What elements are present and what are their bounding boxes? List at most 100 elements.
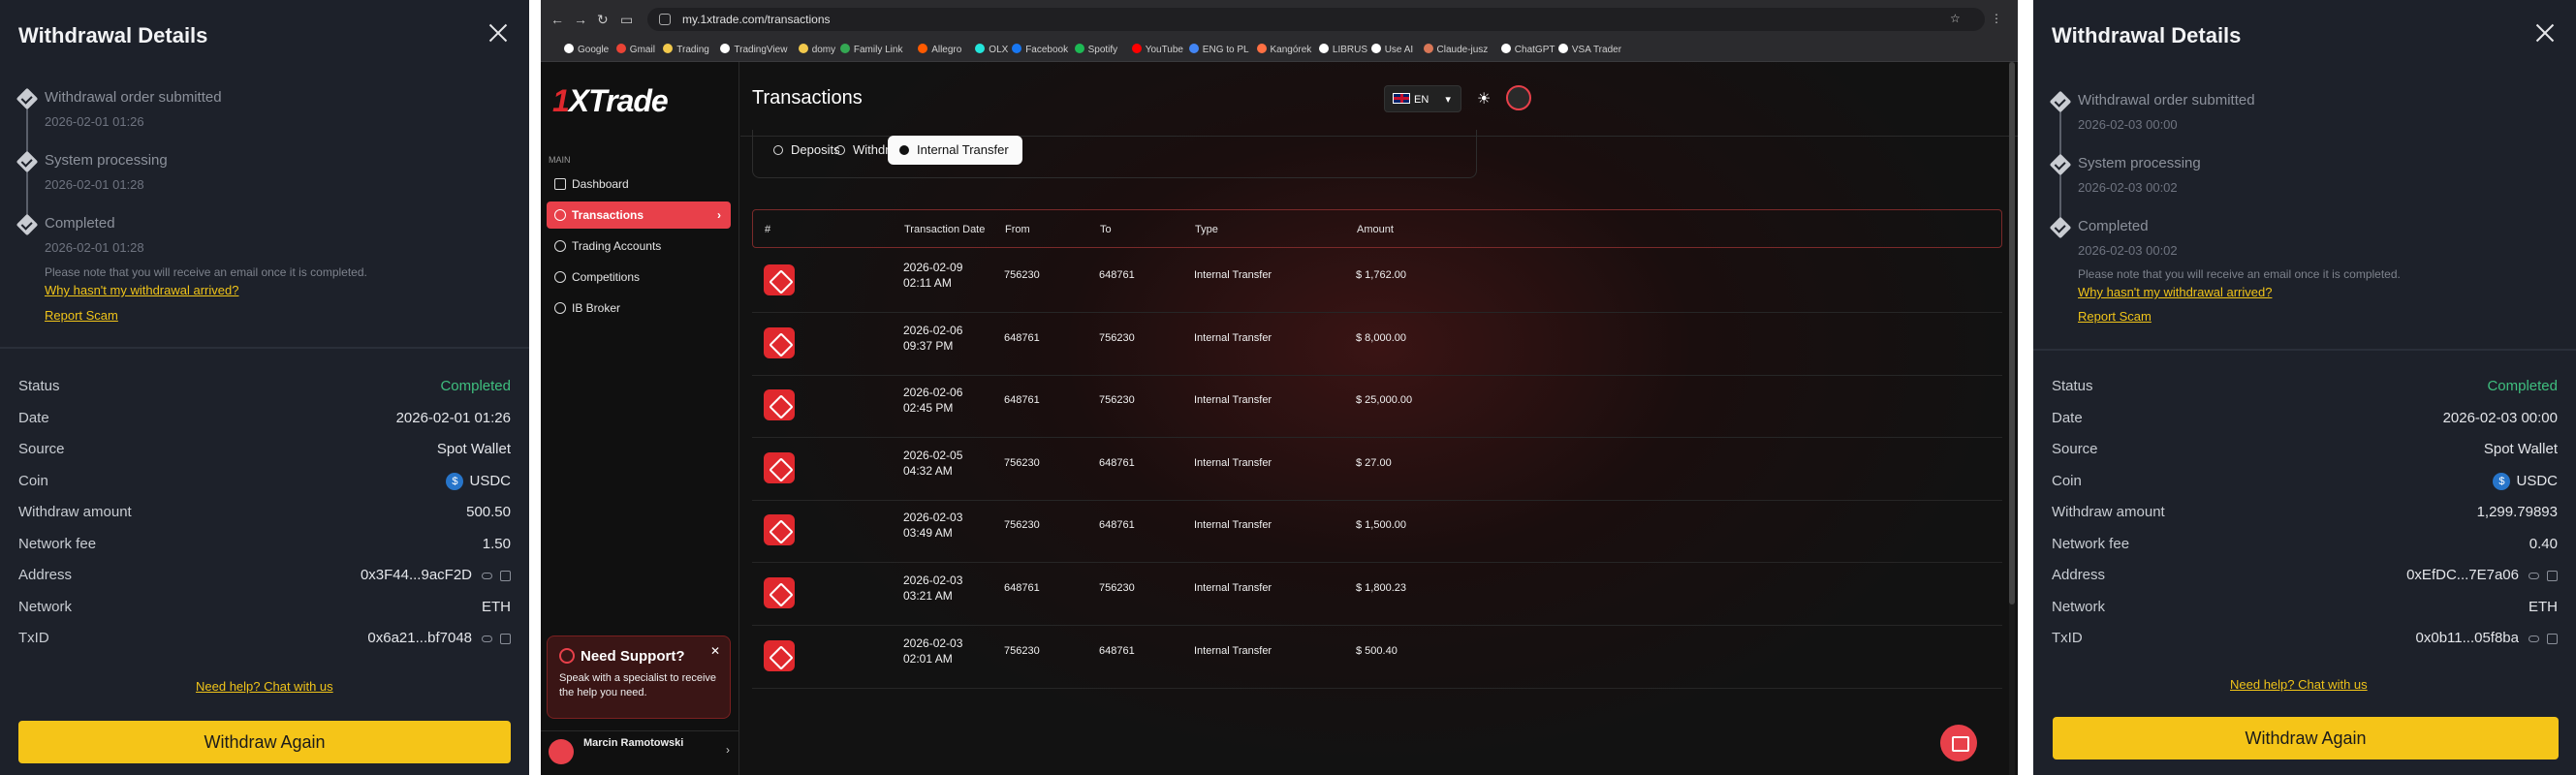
bookmark-item[interactable]: ChatGPT	[1500, 44, 1555, 55]
bookmark-item[interactable]: Trading	[663, 44, 709, 55]
email-note: Please note that you will receive an ema…	[2078, 267, 2401, 281]
accounts-icon	[554, 240, 566, 252]
details-list: Status Completed Date 2026-02-03 00:00 Sou…	[2052, 378, 2558, 662]
bookmark-item[interactable]: OLX	[975, 44, 1008, 55]
details-list: Status Completed Date 2026-02-01 01:26 Sou…	[18, 378, 511, 662]
bookmark-item[interactable]: Spotify	[1074, 44, 1117, 55]
sidebar-item-ib-broker[interactable]: IB Broker	[547, 294, 731, 322]
copy-icon[interactable]	[2547, 570, 2558, 581]
bookmark-item[interactable]: Gmail	[615, 44, 655, 55]
table-row[interactable]: 2026-02-09 02:11 AM 756230 648761 Internal T…	[752, 251, 2002, 313]
cell-date: 2026-02-06	[903, 323, 963, 337]
step-name: Completed	[2078, 218, 2149, 234]
tab-search-icon[interactable]: ▭	[620, 12, 633, 28]
withdrawal-details-panel-left: Withdrawal Details Withdrawal order subm…	[0, 0, 529, 775]
copy-icon[interactable]	[500, 570, 511, 581]
competitions-icon	[554, 271, 566, 283]
cell-amount: $ 1,500.00	[1356, 519, 1406, 532]
reload-icon[interactable]: ↻	[597, 12, 609, 28]
report-scam-link[interactable]: Report Scam	[45, 308, 118, 323]
chevron-right-icon[interactable]: ›	[726, 743, 730, 757]
withdraw-again-button[interactable]: Withdraw Again	[18, 721, 511, 763]
timeline-step: System processing 2026-02-01 01:28	[16, 150, 502, 213]
divider	[0, 347, 529, 349]
chat-help-link[interactable]: Need help? Chat with us	[2230, 677, 2368, 692]
table-row[interactable]: 2026-02-03 03:21 AM 648761 756230 Internal T…	[752, 564, 2002, 626]
table-row[interactable]: 2026-02-05 04:32 AM 756230 648761 Internal T…	[752, 439, 2002, 501]
bookmark-item[interactable]: domy	[798, 44, 835, 55]
bookmark-item[interactable]: Google	[564, 44, 609, 55]
back-icon[interactable]: ←	[550, 12, 564, 27]
support-card[interactable]: Need Support? ✕ Speak with a specialist …	[547, 636, 731, 719]
detail-row-date: Date 2026-02-03 00:00	[2052, 409, 2558, 426]
address-bar[interactable]: my.1xtrade.com/transactions	[647, 8, 1985, 31]
language-select[interactable]: EN ▾	[1384, 85, 1461, 112]
detail-row-fee: Network fee 1.50	[18, 535, 511, 552]
bookmark-item[interactable]: VSA Trader	[1557, 44, 1621, 55]
close-icon[interactable]: ✕	[710, 644, 720, 658]
sidebar-item-competitions[interactable]: Competitions	[547, 264, 731, 291]
detail-row-coin: Coin $ USDC	[2052, 472, 2558, 490]
copy-icon[interactable]	[2547, 633, 2558, 644]
withdraw-again-button[interactable]: Withdraw Again	[2053, 717, 2559, 760]
why-not-arrived-link[interactable]: Why hasn't my withdrawal arrived?	[45, 283, 238, 297]
bookmark-icon	[1188, 44, 1199, 53]
bookmark-item[interactable]: Facebook	[1012, 44, 1068, 55]
bookmark-item[interactable]: LIBRUS	[1318, 44, 1367, 55]
status-timeline: Withdrawal order submitted 2026-02-01 01…	[16, 87, 502, 276]
link-icon[interactable]	[482, 635, 492, 642]
check-icon	[16, 87, 39, 110]
table-row[interactable]: 2026-02-03 03:49 AM 756230 648761 Internal T…	[752, 501, 2002, 564]
site-info-icon[interactable]	[659, 14, 671, 25]
logo[interactable]: 1XTrade	[552, 83, 669, 119]
table-row[interactable]: 2026-02-06 02:45 PM 648761 756230 Internal T…	[752, 376, 2002, 439]
cell-time: 02:45 PM	[903, 401, 954, 416]
table-header: # Transaction Date From To Type Amount	[752, 209, 2002, 248]
bookmark-item[interactable]: Family Link	[839, 44, 902, 55]
link-icon[interactable]	[482, 572, 492, 579]
report-scam-link[interactable]: Report Scam	[2078, 309, 2152, 324]
cell-type: Internal Transfer	[1194, 394, 1272, 407]
bookmark-item[interactable]: Kangórek	[1256, 44, 1311, 55]
close-icon[interactable]	[2533, 21, 2557, 45]
profile-avatar[interactable]	[1506, 85, 1531, 110]
bookmark-icon	[1012, 44, 1022, 53]
tab-internal-transfer[interactable]: Internal Transfer	[888, 136, 1022, 165]
forward-icon[interactable]: →	[574, 12, 587, 27]
menu-icon[interactable]: ⋮	[1991, 12, 2002, 25]
cell-from: 756230	[1004, 456, 1040, 469]
bookmark-item[interactable]: Allegro	[918, 44, 961, 55]
bookmark-item[interactable]: Use AI	[1370, 44, 1413, 55]
browser-toolbar: ← → ↻ ▭ my.1xtrade.com/transactions ☆ ⋮	[541, 0, 2018, 39]
bookmark-item[interactable]: YouTube	[1131, 44, 1183, 55]
table-row[interactable]: 2026-02-03 02:01 AM 756230 648761 Internal T…	[752, 627, 2002, 689]
url-text: my.1xtrade.com/transactions	[682, 13, 831, 26]
table-row[interactable]: 2026-02-06 09:37 PM 648761 756230 Internal T…	[752, 314, 2002, 376]
sidebar-item-dashboard[interactable]: Dashboard	[547, 170, 731, 198]
step-name: Withdrawal order submitted	[45, 89, 222, 106]
cell-date: 2026-02-06	[903, 386, 963, 400]
sidebar-item-transactions[interactable]: Transactions ›	[547, 202, 731, 229]
copy-icon[interactable]	[500, 633, 511, 644]
detail-row-address: Address 0x3F44...9acF2D	[18, 567, 511, 599]
scrollbar-thumb[interactable]	[2009, 62, 2015, 604]
sidebar-item-trading-accounts[interactable]: Trading Accounts	[547, 232, 731, 260]
cell-type: Internal Transfer	[1194, 582, 1272, 594]
star-icon[interactable]: ☆	[1950, 12, 1961, 25]
cell-date: 2026-02-05	[903, 448, 963, 462]
main-content: Transactions EN ▾ ☀ Deposits Withdraw In…	[740, 62, 2018, 775]
close-icon[interactable]	[487, 21, 510, 45]
bookmark-icon	[1256, 44, 1267, 53]
user-profile[interactable]: Marcin Ramotowski ›	[541, 730, 739, 775]
check-icon	[2049, 153, 2072, 176]
chat-help-link[interactable]: Need help? Chat with us	[196, 679, 333, 694]
link-icon[interactable]	[2529, 572, 2539, 579]
bookmark-item[interactable]: TradingView	[720, 44, 787, 55]
link-icon[interactable]	[2529, 635, 2539, 642]
why-not-arrived-link[interactable]: Why hasn't my withdrawal arrived?	[2078, 285, 2272, 299]
bookmark-item[interactable]: Claude-jusz	[1423, 44, 1488, 55]
theme-toggle-icon[interactable]: ☀	[1477, 89, 1491, 108]
bookmark-item[interactable]: ENG to PL	[1188, 44, 1249, 55]
detail-row-fee: Network fee 0.40	[2052, 535, 2558, 552]
chat-button[interactable]	[1940, 725, 1977, 761]
